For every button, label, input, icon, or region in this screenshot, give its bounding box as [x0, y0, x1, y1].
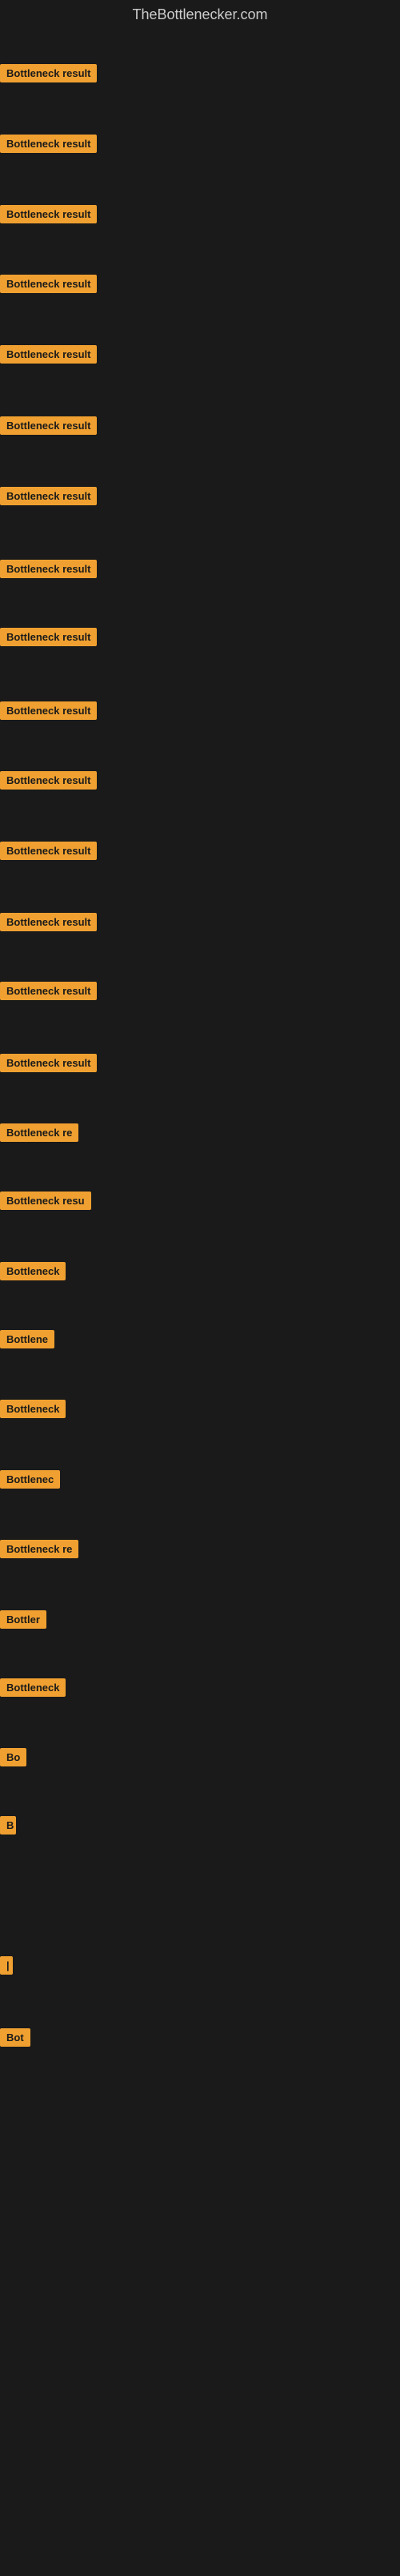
bottleneck-item-12[interactable]: Bottleneck result — [0, 842, 97, 864]
bottleneck-badge-9: Bottleneck result — [0, 628, 97, 646]
bottleneck-badge-23: Bottler — [0, 1610, 46, 1629]
bottleneck-badge-17: Bottleneck resu — [0, 1192, 91, 1210]
bottleneck-item-3[interactable]: Bottleneck result — [0, 205, 97, 227]
bottleneck-item-10[interactable]: Bottleneck result — [0, 701, 97, 724]
bottleneck-badge-20: Bottleneck — [0, 1400, 66, 1418]
bottleneck-badge-11: Bottleneck result — [0, 771, 97, 790]
bottleneck-item-16[interactable]: Bottleneck re — [0, 1123, 78, 1146]
bottleneck-item-24[interactable]: Bottleneck — [0, 1678, 66, 1701]
bottleneck-item-28[interactable]: | — [0, 1956, 13, 1979]
bottleneck-badge-19: Bottlene — [0, 1330, 54, 1348]
bottleneck-badge-24: Bottleneck — [0, 1678, 66, 1697]
bottleneck-item-15[interactable]: Bottleneck result — [0, 1054, 97, 1076]
bottleneck-badge-10: Bottleneck result — [0, 701, 97, 720]
bottleneck-item-17[interactable]: Bottleneck resu — [0, 1192, 91, 1214]
bottleneck-item-18[interactable]: Bottleneck — [0, 1262, 66, 1284]
bottleneck-item-29[interactable]: Bot — [0, 2028, 30, 2051]
bottleneck-item-21[interactable]: Bottlenec — [0, 1470, 60, 1493]
bottleneck-item-8[interactable]: Bottleneck result — [0, 560, 97, 582]
bottleneck-item-5[interactable]: Bottleneck result — [0, 345, 97, 368]
bottleneck-item-7[interactable]: Bottleneck result — [0, 487, 97, 509]
bottleneck-badge-12: Bottleneck result — [0, 842, 97, 860]
bottleneck-item-1[interactable]: Bottleneck result — [0, 64, 97, 86]
site-title: TheBottlenecker.com — [0, 0, 400, 30]
bottleneck-item-14[interactable]: Bottleneck result — [0, 982, 97, 1004]
bottleneck-badge-7: Bottleneck result — [0, 487, 97, 505]
bottleneck-badge-21: Bottlenec — [0, 1470, 60, 1489]
bottleneck-badge-22: Bottleneck re — [0, 1540, 78, 1558]
bottleneck-badge-6: Bottleneck result — [0, 416, 97, 435]
bottleneck-badge-8: Bottleneck result — [0, 560, 97, 578]
bottleneck-badge-1: Bottleneck result — [0, 64, 97, 82]
bottleneck-badge-18: Bottleneck — [0, 1262, 66, 1280]
bottleneck-badge-28: | — [0, 1956, 13, 1975]
bottleneck-item-6[interactable]: Bottleneck result — [0, 416, 97, 439]
bottleneck-badge-2: Bottleneck result — [0, 135, 97, 153]
bottleneck-item-19[interactable]: Bottlene — [0, 1330, 54, 1352]
bottleneck-badge-29: Bot — [0, 2028, 30, 2047]
bottleneck-badge-4: Bottleneck result — [0, 275, 97, 293]
bottleneck-badge-15: Bottleneck result — [0, 1054, 97, 1072]
bottleneck-badge-26: B — [0, 1816, 16, 1835]
bottleneck-item-4[interactable]: Bottleneck result — [0, 275, 97, 297]
bottleneck-badge-3: Bottleneck result — [0, 205, 97, 223]
bottleneck-item-11[interactable]: Bottleneck result — [0, 771, 97, 794]
bottleneck-badge-16: Bottleneck re — [0, 1123, 78, 1142]
bottleneck-item-26[interactable]: B — [0, 1816, 16, 1839]
bottleneck-item-23[interactable]: Bottler — [0, 1610, 46, 1633]
bottleneck-item-13[interactable]: Bottleneck result — [0, 913, 97, 935]
bottleneck-badge-14: Bottleneck result — [0, 982, 97, 1000]
bottleneck-badge-13: Bottleneck result — [0, 913, 97, 931]
bottleneck-badge-25: Bo — [0, 1748, 26, 1766]
bottleneck-badge-5: Bottleneck result — [0, 345, 97, 364]
bottleneck-item-20[interactable]: Bottleneck — [0, 1400, 66, 1422]
bottleneck-item-25[interactable]: Bo — [0, 1748, 26, 1770]
bottleneck-item-22[interactable]: Bottleneck re — [0, 1540, 78, 1562]
bottleneck-item-9[interactable]: Bottleneck result — [0, 628, 97, 650]
bottleneck-item-2[interactable]: Bottleneck result — [0, 135, 97, 157]
